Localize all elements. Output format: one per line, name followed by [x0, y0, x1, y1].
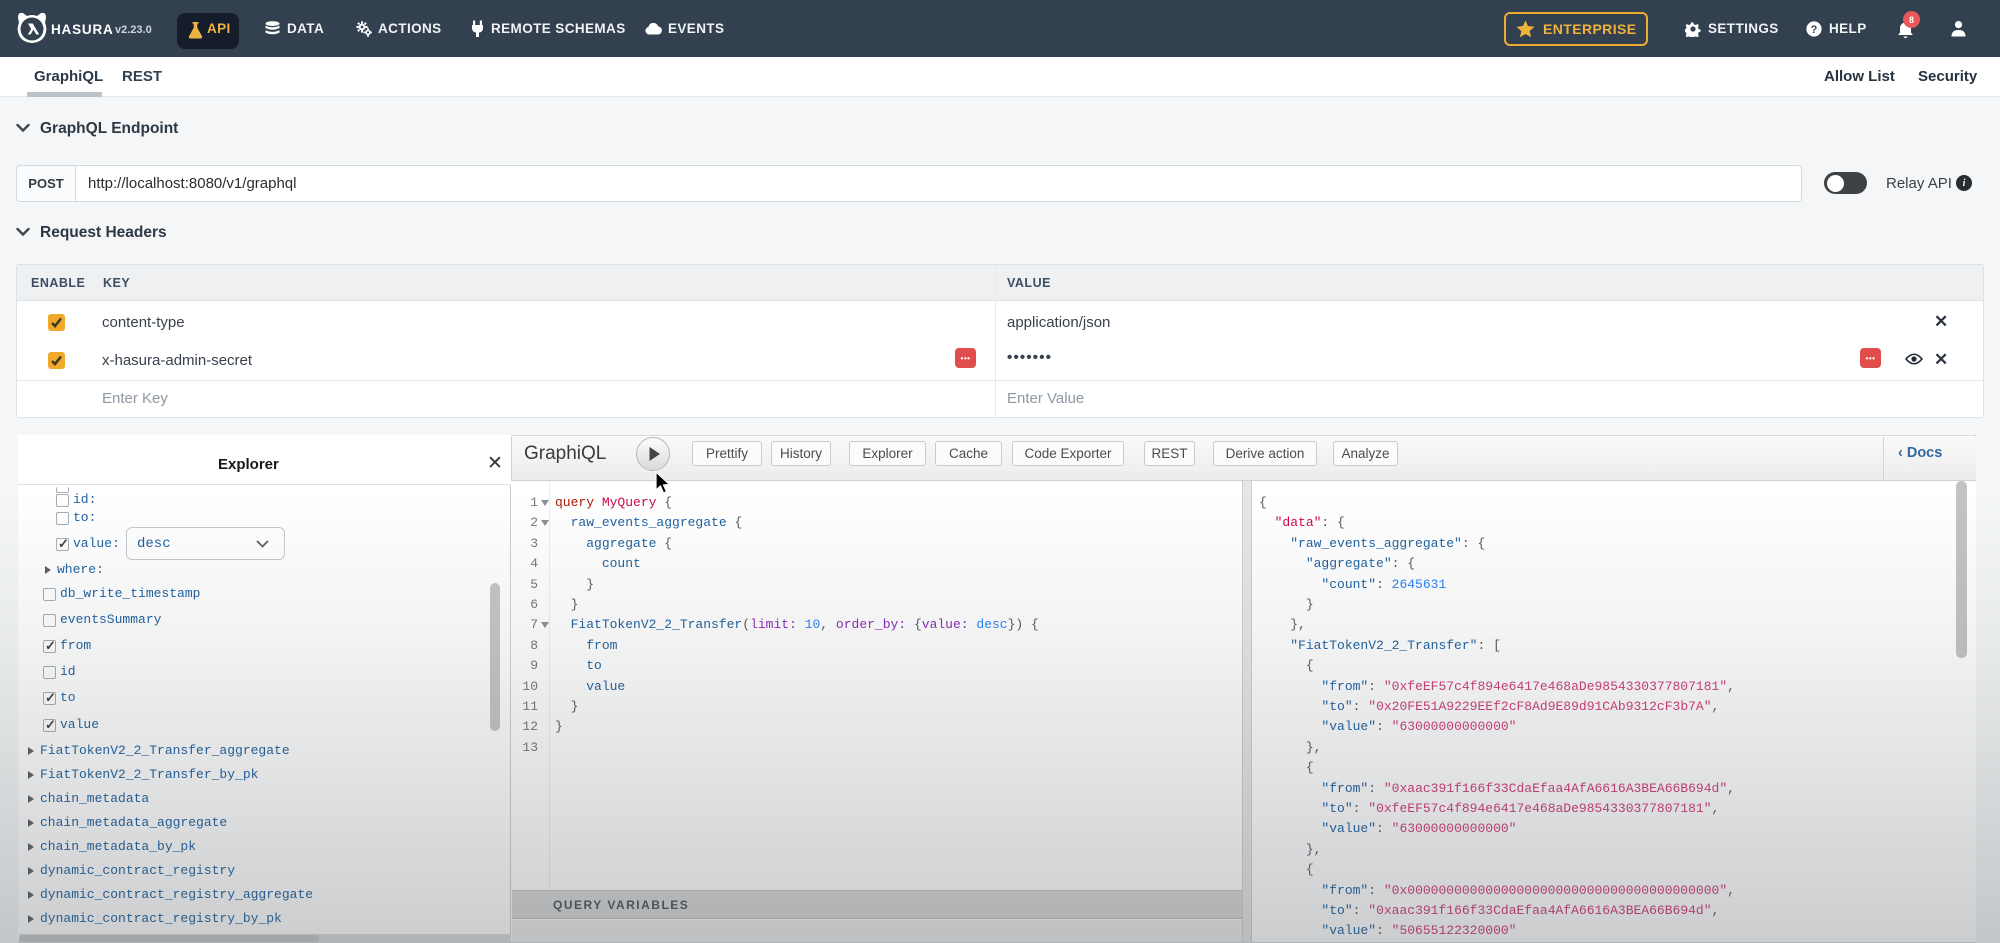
svg-text:?: ?	[1811, 24, 1818, 36]
